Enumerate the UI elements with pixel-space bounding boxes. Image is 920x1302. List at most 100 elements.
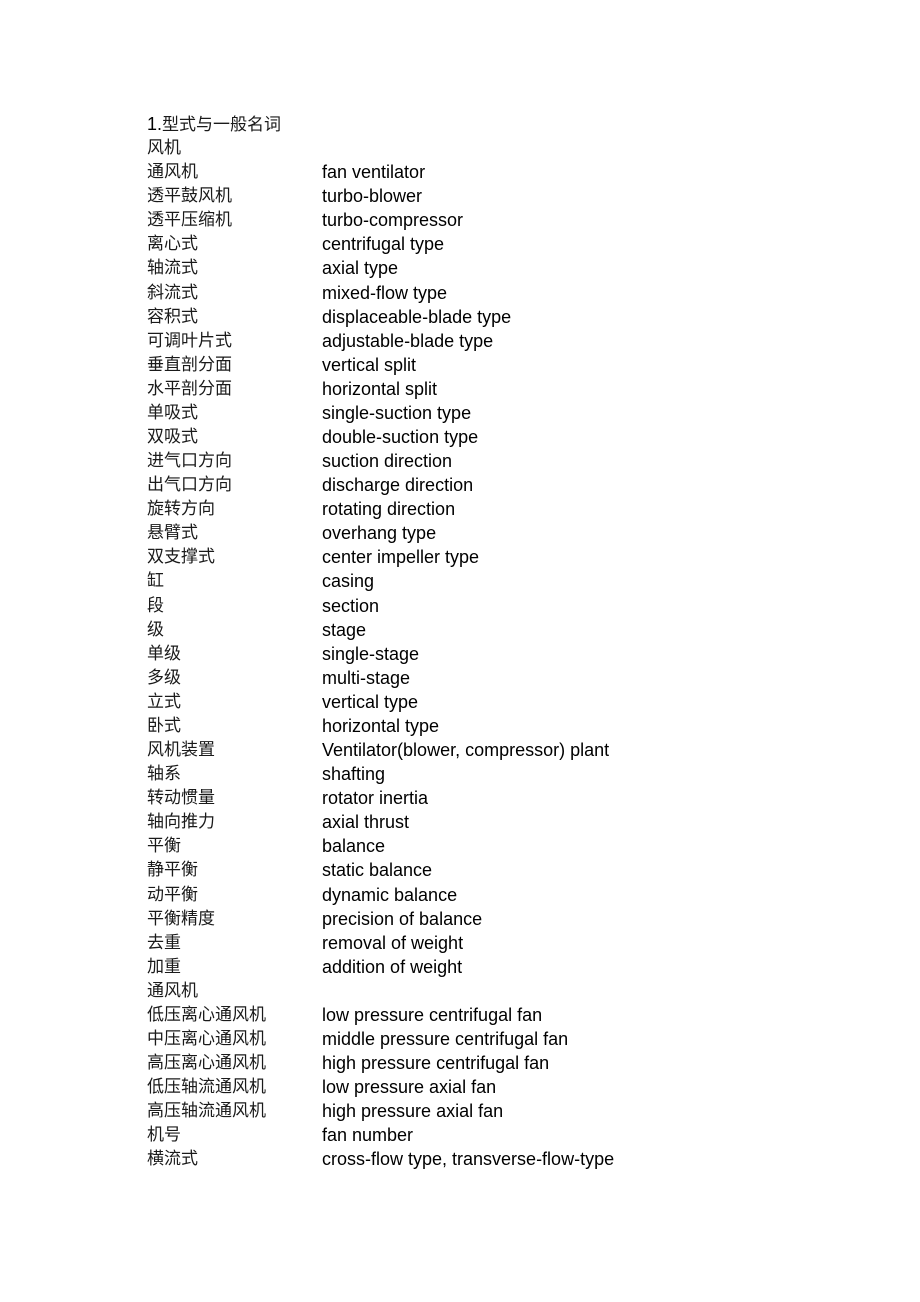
- glossary-page: 1.型式与一般名词 风机 通风机 fan ventilator 透平鼓风机 turbo-…: [147, 112, 847, 1171]
- glossary-entry: 旋转方向 rotating direction: [147, 497, 847, 521]
- term-english: mixed-flow type: [322, 282, 448, 303]
- term-chinese: 缸: [147, 571, 164, 592]
- term-chinese: 静平衡: [147, 860, 198, 881]
- term-chinese: 轴向推力: [147, 812, 215, 833]
- glossary-entry: 双支撑式 center impeller type: [147, 545, 847, 569]
- term-chinese: 斜流式: [147, 282, 198, 303]
- term-english: single-stage: [322, 643, 420, 664]
- term-chinese: 轴流式: [147, 258, 198, 279]
- term-chinese: 中压离心通风机: [147, 1028, 266, 1049]
- term-english: turbo-blower: [322, 186, 423, 207]
- term-english: discharge direction: [322, 475, 474, 496]
- term-chinese: 平衡: [147, 836, 181, 857]
- term-english: high pressure centrifugal fan: [322, 1053, 550, 1074]
- term-english: axial type: [322, 258, 399, 279]
- term-chinese: 通风机: [147, 980, 198, 1001]
- term-english: precision of balance: [322, 908, 483, 929]
- glossary-entry: 段 section: [147, 594, 847, 618]
- glossary-entry: 平衡 balance: [147, 834, 847, 858]
- glossary-entry: 出气口方向 discharge direction: [147, 473, 847, 497]
- glossary-entry: 低压轴流通风机 low pressure axial fan: [147, 1075, 847, 1099]
- term-chinese: 离心式: [147, 234, 198, 255]
- term-english: vertical type: [322, 691, 419, 712]
- glossary-entry: 轴流式 axial type: [147, 256, 847, 280]
- term-chinese: 横流式: [147, 1149, 198, 1170]
- term-chinese: 去重: [147, 932, 181, 953]
- section-heading: 1.型式与一般名词: [147, 112, 847, 136]
- term-english: low pressure centrifugal fan: [322, 1004, 543, 1025]
- term-english: suction direction: [322, 451, 453, 472]
- glossary-entry: 加重 addition of weight: [147, 955, 847, 979]
- term-chinese: 透平鼓风机: [147, 186, 232, 207]
- glossary-entry: 水平剖分面 horizontal split: [147, 377, 847, 401]
- glossary-entry: 进气口方向 suction direction: [147, 449, 847, 473]
- term-chinese: 卧式: [147, 715, 181, 736]
- term-english: double-suction type: [322, 427, 479, 448]
- glossary-entry: 透平鼓风机 turbo-blower: [147, 184, 847, 208]
- term-chinese: 进气口方向: [147, 451, 232, 472]
- glossary-entry: 通风机 fan ventilator: [147, 160, 847, 184]
- term-english: stage: [322, 619, 367, 640]
- glossary-entry: 轴系 shafting: [147, 762, 847, 786]
- term-chinese: 平衡精度: [147, 908, 215, 929]
- term-chinese: 垂直剖分面: [147, 354, 232, 375]
- term-english: rotator inertia: [322, 788, 429, 809]
- term-english: removal of weight: [322, 932, 464, 953]
- glossary-entry: 斜流式 mixed-flow type: [147, 281, 847, 305]
- glossary-entry: 缸 casing: [147, 569, 847, 593]
- term-chinese: 双支撑式: [147, 547, 215, 568]
- term-chinese: 悬臂式: [147, 523, 198, 544]
- term-chinese: 单级: [147, 643, 181, 664]
- term-english: horizontal type: [322, 715, 440, 736]
- term-english: middle pressure centrifugal fan: [322, 1028, 569, 1049]
- term-english: displaceable-blade type: [322, 306, 512, 327]
- heading-text: 型式与一般名词: [162, 115, 282, 135]
- glossary-entry: 多级 multi-stage: [147, 666, 847, 690]
- term-chinese: 通风机: [147, 162, 198, 183]
- glossary-entry: 高压离心通风机 high pressure centrifugal fan: [147, 1051, 847, 1075]
- term-english: casing: [322, 571, 375, 592]
- glossary-entry: 悬臂式 overhang type: [147, 521, 847, 545]
- glossary-entry: 转动惯量 rotator inertia: [147, 786, 847, 810]
- term-chinese: 多级: [147, 667, 181, 688]
- term-english: section: [322, 595, 380, 616]
- term-english: multi-stage: [322, 667, 411, 688]
- glossary-entry: 双吸式 double-suction type: [147, 425, 847, 449]
- glossary-entry: 容积式 displaceable-blade type: [147, 305, 847, 329]
- glossary-entry: 平衡精度 precision of balance: [147, 907, 847, 931]
- glossary-entry: 卧式 horizontal type: [147, 714, 847, 738]
- term-english: static balance: [322, 860, 433, 881]
- glossary-entry: 透平压缩机 turbo-compressor: [147, 208, 847, 232]
- glossary-entry: 垂直剖分面 vertical split: [147, 353, 847, 377]
- term-chinese: 透平压缩机: [147, 210, 232, 231]
- glossary-subheading: 通风机: [147, 979, 847, 1003]
- term-chinese: 单吸式: [147, 402, 198, 423]
- glossary-entry: 轴向推力 axial thrust: [147, 810, 847, 834]
- term-english: centrifugal type: [322, 234, 445, 255]
- term-english: dynamic balance: [322, 884, 458, 905]
- term-english: balance: [322, 836, 386, 857]
- term-chinese: 风机: [147, 138, 181, 159]
- term-chinese: 动平衡: [147, 884, 198, 905]
- term-english: horizontal split: [322, 378, 438, 399]
- term-english: rotating direction: [322, 499, 456, 520]
- term-chinese: 高压轴流通风机: [147, 1101, 266, 1122]
- glossary-entry: 静平衡 static balance: [147, 858, 847, 882]
- term-english: high pressure axial fan: [322, 1101, 504, 1122]
- term-chinese: 机号: [147, 1125, 181, 1146]
- term-chinese: 级: [147, 619, 164, 640]
- term-english: axial thrust: [322, 812, 410, 833]
- term-english: turbo-compressor: [322, 210, 464, 231]
- term-english: overhang type: [322, 523, 437, 544]
- glossary-entry: 单吸式 single-suction type: [147, 401, 847, 425]
- term-english: low pressure axial fan: [322, 1077, 497, 1098]
- term-chinese: 低压轴流通风机: [147, 1077, 266, 1098]
- term-english: Ventilator(blower, compressor) plant: [322, 740, 610, 761]
- term-chinese: 水平剖分面: [147, 378, 232, 399]
- term-english: cross-flow type, transverse-flow-type: [322, 1149, 615, 1170]
- glossary-entry: 高压轴流通风机 high pressure axial fan: [147, 1099, 847, 1123]
- glossary-list: 风机 通风机 fan ventilator 透平鼓风机 turbo-blower 透平压缩…: [147, 136, 847, 1171]
- term-chinese: 出气口方向: [147, 475, 232, 496]
- term-chinese: 加重: [147, 956, 181, 977]
- glossary-entry: 离心式 centrifugal type: [147, 232, 847, 256]
